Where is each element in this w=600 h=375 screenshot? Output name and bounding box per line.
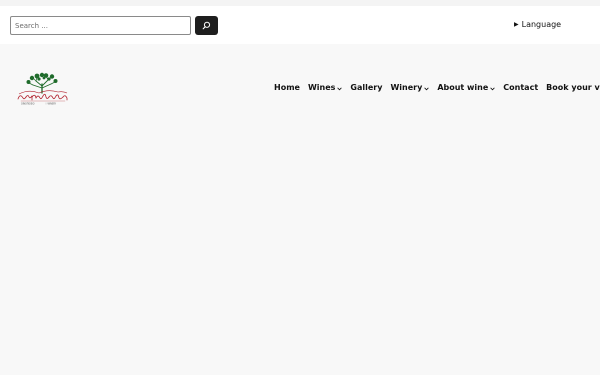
nav-item-about-wine[interactable]: About wine [437,83,495,92]
nav-item-book-your-visit[interactable]: Book your visit [546,83,600,92]
search-button[interactable] [195,16,218,35]
nav-item-label: Wines [307,83,336,92]
nav-item-gallery[interactable]: Gallery [350,83,382,92]
chevron-down-icon [490,87,495,90]
language-selector[interactable]: ▶ Language [514,20,561,29]
chevron-down-icon [337,87,343,90]
nav-item-contact[interactable]: Contact [503,83,538,92]
nav-item-label: Gallery [350,83,383,92]
nav-item-label: Contact [503,83,539,92]
search-input[interactable] [10,16,191,35]
nav-item-label: Winery [390,83,423,92]
logo-tagline: ΟΙΝΟΠΟΙΕΙΟ [21,102,35,105]
winery-logo-icon: ΟΙΝΟΠΟΙΕΙΟ WINERY [17,72,68,105]
nav-item-label: About wine [437,83,489,92]
search-icon [202,21,211,30]
nav-item-winery[interactable]: Winery [390,83,430,92]
main-navigation: Home Wines Gallery Winery About wine Contact B… [274,82,600,93]
logo-tagline-winery: WINERY [48,102,57,105]
top-bar: ▶Language [0,6,600,44]
site-logo[interactable]: ΟΙΝΟΠΟΙΕΙΟ WINERY [15,71,69,105]
nav-item-wines[interactable]: Wines [307,83,343,92]
language-label: Language [521,20,562,29]
triangle-right-icon: ▶ [514,21,519,28]
chevron-down-icon [424,87,430,90]
nav-item-label: Home [274,83,300,92]
nav-item-label: Book your visit [546,83,600,92]
nav-item-home[interactable]: Home [274,83,300,92]
